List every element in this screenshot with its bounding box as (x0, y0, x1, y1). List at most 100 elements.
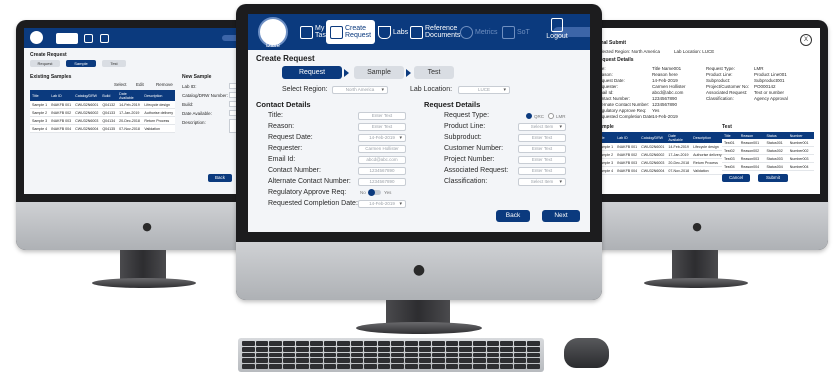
key (391, 358, 405, 364)
contact-number-field[interactable]: 1234567890 (358, 167, 406, 175)
next-button[interactable]: Next (542, 210, 580, 222)
col-header[interactable]: Title (30, 90, 50, 101)
requester-label: Requester: (268, 145, 303, 152)
col-header[interactable]: Lab ID (49, 90, 74, 101)
email-field[interactable]: abcd@abc.com (358, 156, 406, 164)
back-button[interactable]: Back (496, 210, 530, 222)
customer-number-field[interactable]: Enter Text (518, 145, 566, 153)
nav-create-request[interactable]: Create Request (326, 20, 376, 44)
step-request[interactable]: Request (282, 66, 342, 79)
logout-button[interactable]: Logout (542, 18, 572, 40)
close-icon[interactable]: X (800, 34, 812, 46)
existing-samples-heading: Existing Samples (30, 74, 72, 80)
cancel-button[interactable]: Cancel (722, 174, 750, 182)
completion-date-field[interactable]: 14-Feb-2019 ▾ (358, 200, 406, 208)
key (486, 364, 500, 369)
requester-field[interactable]: Carmen Hollister (358, 145, 406, 153)
contact-number-label: Contact Number: (268, 167, 321, 174)
table-cell: Q04133 (100, 108, 118, 117)
lab-location-select[interactable]: LUCE ▾ (458, 86, 510, 94)
key (486, 358, 500, 364)
key (377, 346, 391, 352)
table-row: Sample 1 INAKFB 001 CWU32N6001 14-Feb-2019 L… (596, 143, 724, 151)
key (364, 364, 377, 369)
regulatory-approve-toggle[interactable] (368, 189, 381, 196)
keyboard (238, 338, 544, 372)
nav-sot[interactable]: SoT (498, 20, 534, 44)
request-type-lmr-radio[interactable] (548, 113, 554, 119)
classification-select[interactable]: Select Item ▾ (518, 178, 566, 186)
center-chin: ● (236, 242, 602, 300)
summary-label: Subproduct: (706, 78, 731, 83)
step-test[interactable]: Test (102, 60, 126, 67)
key (432, 341, 445, 346)
classification-label: Classification: (444, 178, 488, 185)
key (255, 346, 269, 352)
table-row[interactable]: Sample 2 INAKFB 002 CWU32N6002 Q04133 17-Jan… (30, 108, 175, 117)
key (323, 364, 337, 369)
step-sample[interactable]: Sample (354, 66, 404, 79)
remove-filter[interactable]: Remove (156, 82, 173, 87)
documents-icon[interactable] (100, 34, 109, 43)
step-request[interactable]: Request (30, 60, 60, 67)
key (282, 346, 296, 352)
step-sample[interactable]: Sample (66, 60, 96, 67)
summary-label: Project/Customer No: (706, 84, 750, 89)
col-header[interactable]: Date Available (117, 90, 143, 101)
alt-contact-number-field[interactable]: 1234567890 (358, 178, 406, 186)
key (323, 341, 337, 346)
table-row[interactable]: Sample 1 INAKFB 001 CWU32N6001 Q04132 14-Feb… (30, 101, 175, 109)
table-row[interactable]: Sample 4 INAKFB 004 CWU32N6004 Q04135 07-Nov… (30, 124, 175, 133)
center-monitor: Dave My Tasks Create Request Labs Referenc… (236, 4, 602, 300)
table-row[interactable]: Sample 3 INAKFB 003 CWU32N6003 Q04134 20-Dec… (30, 116, 175, 125)
key (391, 364, 405, 369)
reason-field[interactable]: Enter Text (358, 123, 406, 131)
key (309, 341, 323, 346)
step-test[interactable]: Test (414, 66, 454, 79)
labs-icon[interactable] (84, 34, 93, 43)
col-header[interactable]: Description (142, 90, 175, 101)
col-header[interactable]: Build (100, 90, 118, 101)
subproduct-field[interactable]: Enter Text (518, 134, 566, 142)
select-filter[interactable]: Select (114, 82, 127, 87)
key (391, 346, 405, 352)
key (473, 352, 486, 358)
key (513, 358, 527, 364)
table-cell: Sample 3 (30, 116, 50, 125)
summary-value: Reason here (652, 72, 678, 77)
request-date-field[interactable]: 14-Feb-2019 ▾ (358, 134, 406, 142)
table-cell: CWU32N6004 (73, 124, 101, 133)
key (473, 364, 486, 369)
table-cell: Test03 (722, 154, 739, 163)
product-line-select[interactable]: Select Item ▾ (518, 123, 566, 131)
nav-metrics[interactable]: Metrics (456, 20, 502, 44)
table-cell: INAKFB 002 (615, 150, 640, 159)
summary-value: Carmen Hollister (652, 84, 686, 89)
regulatory-approve-label: Regulatory Approve Req: (268, 189, 347, 196)
summary-value: 14-Feb-2019 (652, 114, 678, 119)
project-number-field[interactable]: Enter Text (518, 156, 566, 164)
key (269, 341, 282, 346)
toggle-no-label: No (360, 190, 366, 195)
key (445, 358, 459, 364)
col-header[interactable]: Catalog/DRW (73, 90, 101, 101)
nav-create-request[interactable] (56, 33, 78, 44)
submit-button[interactable]: Submit (758, 174, 788, 182)
key (350, 364, 364, 369)
request-type-qrc-radio[interactable] (526, 113, 532, 119)
select-region-label: Select Region: (282, 86, 328, 93)
summary-label: Classification: (706, 96, 734, 101)
table-cell: 17-Jan-2019 (666, 150, 692, 159)
table-cell: Sample 2 (30, 108, 50, 117)
table-cell: Reason001 (738, 139, 765, 147)
avatar[interactable] (30, 31, 43, 44)
table-cell: Return Process (691, 158, 724, 167)
edit-filter[interactable]: Edit (136, 82, 144, 87)
metrics-icon (460, 25, 473, 39)
associated-request-field[interactable]: Enter Text (518, 167, 566, 175)
calendar-icon: ▾ (399, 135, 402, 141)
product-mockup: Create Request Request Sample Test Exist… (0, 0, 838, 376)
region-select[interactable]: North America ▾ (332, 86, 388, 94)
title-field[interactable]: Enter Text (358, 112, 406, 120)
back-button[interactable]: Back (208, 174, 232, 182)
